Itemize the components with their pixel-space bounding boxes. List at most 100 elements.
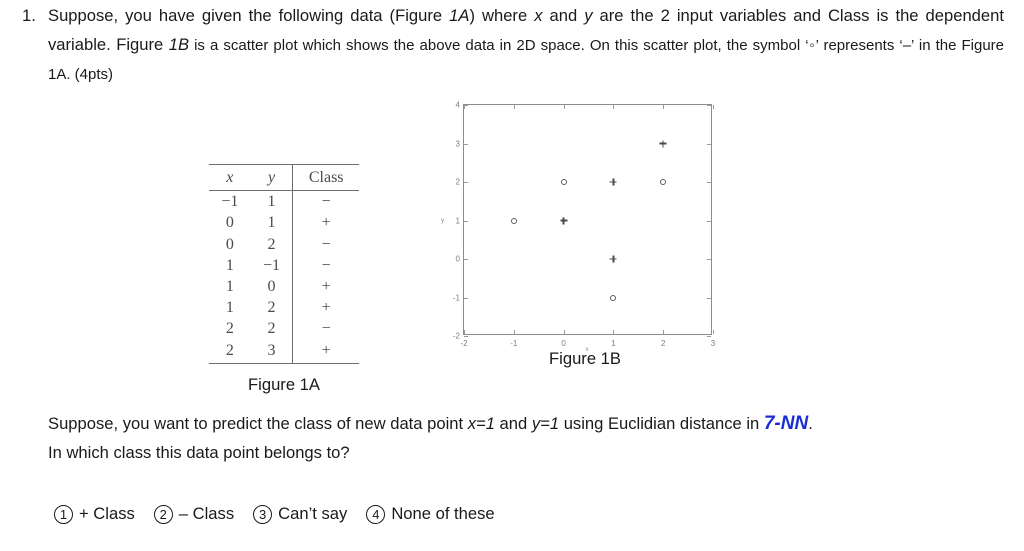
cell-class: −	[292, 190, 359, 213]
x-tick-top	[713, 105, 714, 109]
prompt-line-2: In which class this data point belongs t…	[48, 442, 350, 462]
table-header-row: x y Class	[209, 163, 359, 192]
x-tick-bottom	[663, 330, 665, 334]
data-point-plus	[609, 178, 618, 187]
x-tick-label: -1	[510, 339, 518, 348]
cell-x: −1	[221, 193, 239, 211]
answer-options: 1 + Class 2 – Class 3 Can’t say 4 None o…	[54, 504, 514, 524]
y-tick-left	[464, 259, 468, 260]
prompt-block: Suppose, you want to predict the class o…	[48, 410, 998, 467]
var-y-ref: y	[584, 6, 593, 25]
y-tick-left	[464, 297, 468, 299]
x-tick-label: 3	[710, 339, 716, 348]
y-tick-left	[464, 220, 468, 222]
cell-y: 1	[267, 214, 276, 232]
table-body: −1 1 − 0 1 + 0 2 − 1 −1 − 1 0 + 1 2 + 2 …	[209, 190, 359, 364]
prompt-line-1: Suppose, you want to predict the class o…	[48, 410, 998, 439]
table-header: x y Class	[209, 163, 359, 192]
figure-1a: x y Class −1 1 − 0 1 + 0 2 − 1 −1 − 1 0 …	[209, 163, 359, 395]
question-row: 1. Suppose, you have given the following…	[14, 2, 1010, 90]
table-row: 1 0 +	[209, 276, 359, 298]
figures-row: x y Class −1 1 − 0 1 + 0 2 − 1 −1 − 1 0 …	[0, 101, 1024, 395]
cell-class: −	[292, 318, 359, 340]
data-table: x y Class −1 1 − 0 1 + 0 2 − 1 −1 − 1 0 …	[209, 163, 359, 364]
cell-class: +	[292, 297, 359, 319]
y-tick-right	[707, 220, 711, 222]
y-tick-label: 4	[455, 100, 460, 110]
y-tick-right	[707, 297, 711, 299]
data-point-plus	[609, 255, 618, 264]
figure-1b-ref: 1B	[168, 34, 190, 54]
option-3-number-icon: 3	[253, 504, 273, 524]
column-header-y: y	[250, 163, 293, 192]
cell-x: 1	[225, 278, 234, 296]
cell-y: 0	[267, 278, 276, 296]
option-4-number-icon: 4	[366, 504, 386, 524]
x-tick-top	[513, 105, 515, 109]
y-tick-label: 2	[455, 177, 460, 187]
cell-class: +	[292, 339, 359, 364]
table-row: 2 3 +	[209, 339, 359, 364]
prompt-lead: Suppose, you want to predict the class o…	[48, 414, 468, 433]
y-tick-right	[707, 143, 711, 145]
cell-y: 1	[267, 193, 276, 211]
y-tick-left	[464, 182, 468, 183]
data-point-plus	[659, 139, 668, 148]
x-tick-bottom	[563, 330, 565, 334]
y-tick-left	[464, 143, 468, 145]
x-tick-bottom	[713, 330, 714, 334]
y-tick-left	[464, 105, 468, 106]
cell-x: 0	[225, 235, 234, 253]
y-tick-label: 1	[455, 216, 460, 225]
option-3[interactable]: 3 Can’t say	[253, 504, 347, 524]
option-4-label: None of these	[391, 504, 495, 523]
cell-class: −	[292, 254, 359, 277]
data-point-circle	[510, 217, 517, 224]
y-tick-right	[707, 336, 711, 337]
question-text: Suppose, you have given the following da…	[48, 2, 1010, 90]
cell-x: 0	[225, 214, 234, 232]
data-point-circle	[560, 179, 567, 185]
table-row: 0 1 +	[209, 212, 359, 234]
y-tick-left	[464, 336, 468, 337]
option-2-number-icon: 2	[153, 504, 173, 524]
cell-y: 2	[267, 299, 276, 317]
option-3-label: Can’t say	[278, 504, 348, 523]
prompt-x-value: x=1	[467, 414, 495, 433]
cell-y: −1	[263, 256, 281, 274]
question-number: 1.	[22, 6, 36, 25]
x-tick-label: 2	[660, 339, 666, 348]
y-tick-right	[707, 182, 711, 183]
table-row: 1 2 +	[209, 297, 359, 319]
question-block: 1. Suppose, you have given the following…	[14, 2, 1010, 90]
x-tick-bottom	[613, 330, 615, 334]
y-tick-label: -2	[452, 331, 460, 341]
data-point-circle	[660, 179, 667, 185]
cell-class: −	[292, 233, 359, 255]
option-2-label: – Class	[178, 504, 235, 523]
question-part-0: Suppose, you have given the following da…	[48, 6, 450, 25]
x-tick-bottom	[464, 330, 465, 334]
figure-1a-ref: 1A	[449, 6, 470, 25]
table-row: 1 −1 −	[209, 254, 359, 277]
option-1[interactable]: 1 + Class	[54, 504, 135, 524]
option-4[interactable]: 4 None of these	[366, 504, 495, 524]
option-1-number-icon: 1	[54, 504, 73, 524]
y-axis-title: y	[441, 216, 445, 224]
y-tick-right	[707, 259, 711, 260]
column-header-x: x	[209, 163, 251, 192]
y-tick-label: 3	[455, 139, 460, 148]
x-tick-top	[613, 105, 615, 109]
prompt-y-value: y=1	[531, 414, 560, 433]
data-point-circle	[610, 294, 617, 301]
cell-y: 2	[267, 235, 276, 253]
x-tick-label: 0	[561, 339, 566, 348]
y-tick-label: -1	[452, 293, 460, 302]
question-part-2: ) where	[469, 6, 535, 25]
option-2[interactable]: 2 – Class	[153, 504, 235, 524]
option-1-label: + Class	[79, 504, 135, 523]
x-tick-label: -2	[460, 339, 468, 348]
cell-x: 2	[209, 339, 251, 364]
scatter-plot: -2 -1 0 1 2 3 -2 -1 0 1 2 3 4 x y	[441, 101, 715, 354]
prompt-knn-highlight: 7-NN	[763, 413, 809, 434]
